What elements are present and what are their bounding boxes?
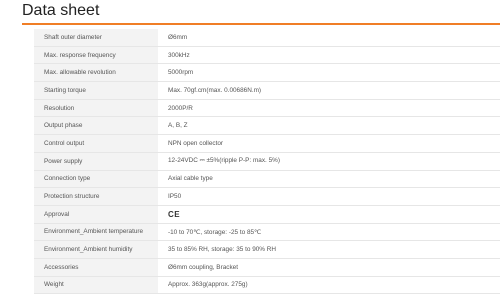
spec-label: Max. response frequency [34, 46, 158, 65]
spec-label: Accessories [34, 258, 158, 277]
spec-value: 12-24VDC ⎓ ±5%(ripple P-P: max. 5%) [158, 152, 500, 171]
table-row: Environment_Ambient humidity 35 to 85% R… [34, 240, 500, 259]
page-title: Data sheet [22, 2, 100, 19]
spec-value: Ø6mm coupling, Bracket [158, 258, 500, 277]
spec-value: -10 to 70℃, storage: -25 to 85℃ [158, 223, 500, 242]
spec-value: IP50 [158, 187, 500, 206]
title-underline [22, 23, 500, 25]
table-row: Max. allowable revolution 5000rpm [34, 63, 500, 83]
table-row: Shaft outer diameter Ø6mm [34, 29, 500, 47]
table-row: Power supply 12-24VDC ⎓ ±5%(ripple P-P: … [34, 152, 500, 171]
spec-label: Control output [34, 134, 158, 153]
ce-mark-icon: CE [168, 209, 181, 219]
spec-label: Shaft outer diameter [34, 29, 158, 47]
table-row: Max. response frequency 300kHz [34, 46, 500, 65]
spec-value: Axial cable type [158, 170, 500, 189]
spec-value: 5000rpm [158, 63, 500, 83]
spec-value: Approx. 363g(approx. 275g) [158, 276, 500, 295]
table-row: Resolution 2000P/R [34, 99, 500, 118]
spec-label: Environment_Ambient temperature [34, 223, 158, 242]
spec-label: Starting torque [34, 81, 158, 100]
spec-label: Output phase [34, 116, 158, 136]
spec-value: 35 to 85% RH, storage: 35 to 90% RH [158, 240, 500, 259]
spec-value: NPN open collector [158, 134, 500, 153]
spec-label: Resolution [34, 99, 158, 118]
table-row: Accessories Ø6mm coupling, Bracket [34, 258, 500, 277]
spec-label: Weight [34, 276, 158, 295]
spec-value: 300kHz [158, 46, 500, 65]
spec-value: CE [158, 205, 500, 224]
table-row: Connection type Axial cable type [34, 170, 500, 189]
table-row: Output phase A, B, Z [34, 116, 500, 136]
table-row: Protection structure IP50 [34, 187, 500, 206]
spec-label: Connection type [34, 170, 158, 189]
spec-label: Protection structure [34, 187, 158, 206]
table-row: Approval CE [34, 205, 500, 224]
spec-table: Shaft outer diameter Ø6mm Max. response … [34, 29, 500, 295]
spec-value: 2000P/R [158, 99, 500, 118]
spec-value: Ø6mm [158, 29, 500, 47]
table-row: Environment_Ambient temperature -10 to 7… [34, 223, 500, 242]
table-row: Weight Approx. 363g(approx. 275g) [34, 276, 500, 295]
table-row: Control output NPN open collector [34, 134, 500, 153]
table-row: Starting torque Max. 70gf.cm(max. 0.0068… [34, 81, 500, 100]
spec-label: Power supply [34, 152, 158, 171]
spec-label: Approval [34, 205, 158, 224]
spec-value: Max. 70gf.cm(max. 0.00686N.m) [158, 81, 500, 100]
spec-label: Environment_Ambient humidity [34, 240, 158, 259]
spec-value: A, B, Z [158, 116, 500, 136]
spec-label: Max. allowable revolution [34, 63, 158, 83]
